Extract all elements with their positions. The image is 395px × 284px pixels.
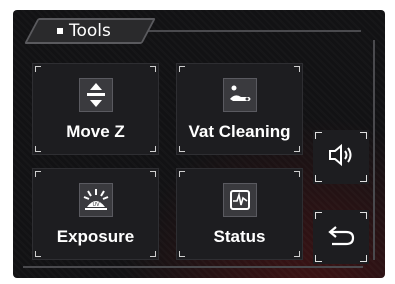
exposure-label: Exposure xyxy=(56,227,135,246)
vat-cleaning-button[interactable]: Vat Cleaning xyxy=(176,63,303,155)
exposure-icon-text: UV xyxy=(92,202,100,208)
speaker-icon xyxy=(327,143,355,171)
move-z-label: Move Z xyxy=(66,122,125,141)
vat-cleaning-label: Vat Cleaning xyxy=(188,122,291,141)
move-z-icon xyxy=(78,78,113,112)
move-z-button[interactable]: Move Z xyxy=(32,63,159,155)
exposure-icon: UV xyxy=(78,183,113,217)
status-icon xyxy=(222,183,257,217)
exposure-button[interactable]: UV Exposure xyxy=(32,168,159,260)
back-button[interactable] xyxy=(313,210,369,264)
page-title-text: Tools xyxy=(69,21,111,41)
status-label: Status xyxy=(213,227,266,246)
frame-bottom-line xyxy=(23,266,363,268)
frame-right-line xyxy=(373,40,375,260)
printer-screen: Tools Move Z Vat Cleaning UV Exposure St… xyxy=(13,10,385,278)
title-bullet xyxy=(57,28,63,34)
page-title: Tools xyxy=(57,21,111,41)
vat-cleaning-icon xyxy=(222,78,257,112)
frame-top-line xyxy=(143,30,361,32)
status-button[interactable]: Status xyxy=(176,168,303,260)
back-arrow-icon xyxy=(326,223,356,251)
sound-button[interactable] xyxy=(313,130,369,184)
